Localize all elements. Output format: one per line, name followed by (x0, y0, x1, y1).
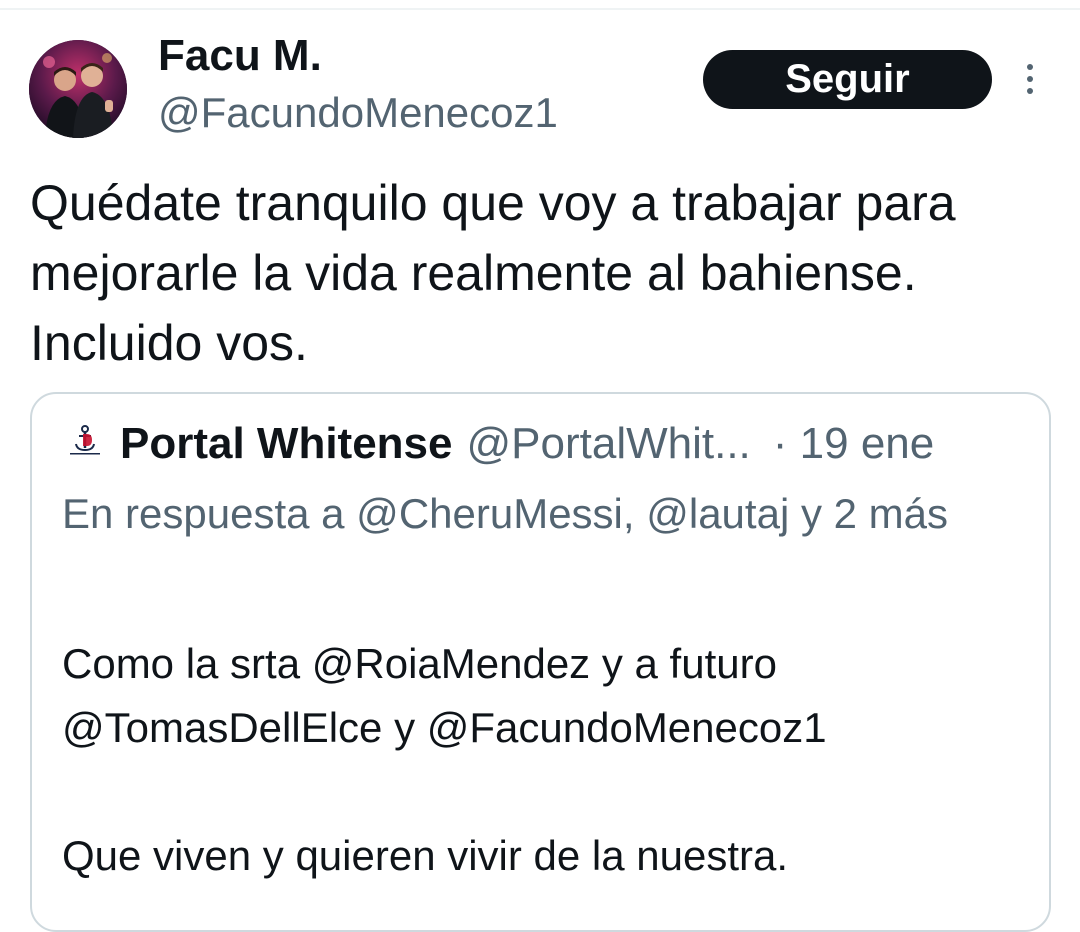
quoted-author-handle[interactable]: @PortalWhit... (467, 419, 751, 469)
quoted-text-line: @TomasDellElce y @FacundoMenecoz1 (62, 704, 827, 751)
quoted-text-line: Que viven y quieren vivir de la nuestra. (62, 832, 789, 879)
portal-whitense-logo (58, 418, 112, 472)
author-name[interactable]: Facu M. (158, 30, 322, 82)
vertical-ellipsis-icon[interactable] (1018, 62, 1042, 98)
quoted-date[interactable]: · 19 ene (773, 419, 934, 469)
quoted-tweet-header: Portal Whitense @PortalWhit... · 19 ene (120, 416, 934, 472)
top-divider (0, 0, 1080, 10)
profile-photo (29, 40, 127, 138)
tweet-text: Quédate tranquilo que voy a trabajar par… (30, 175, 956, 371)
quoted-tweet-text: Como la srta @RoiaMendez y a futuro @Tom… (62, 632, 1022, 888)
quoted-text-line: Como la srta @RoiaMendez y a futuro (62, 640, 777, 687)
author-handle[interactable]: @FacundoMenecoz1 (158, 88, 558, 138)
reply-context: En respuesta a @CheruMessi, @lautaj y 2 … (62, 490, 948, 537)
quoted-text-line (62, 760, 1022, 824)
quoted-author-name[interactable]: Portal Whitense (120, 419, 453, 469)
follow-button[interactable]: Seguir (703, 50, 992, 109)
author-avatar[interactable] (29, 40, 127, 138)
quoted-tweet-card[interactable]: Portal Whitense @PortalWhit... · 19 ene … (30, 392, 1051, 932)
